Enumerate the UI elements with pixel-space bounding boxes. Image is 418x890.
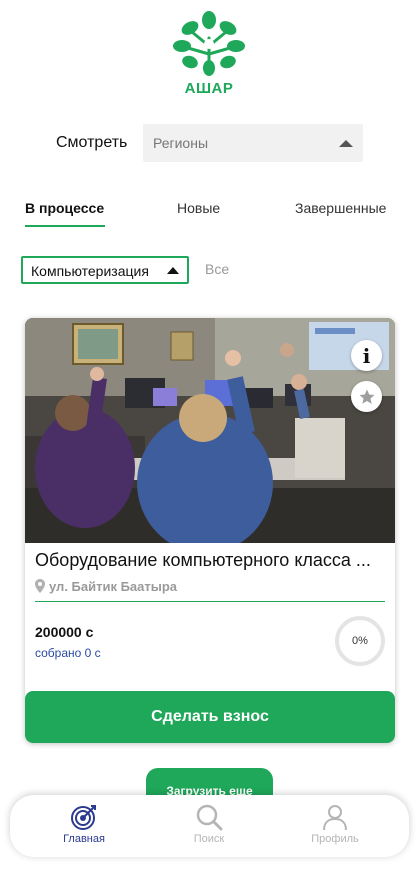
donate-button[interactable]: Сделать взнос [25, 691, 395, 743]
category-all-link[interactable]: Все [205, 261, 229, 277]
ashar-logo: АШАР [170, 10, 248, 98]
bottom-navigation: Главная Поиск Профиль [10, 795, 409, 857]
tab-in-progress[interactable]: В процессе [25, 200, 104, 228]
brand-name: АШАР [184, 80, 234, 97]
region-select[interactable]: Регионы [143, 124, 363, 162]
active-tab-indicator [25, 225, 105, 227]
project-title[interactable]: Оборудование компьютерного класса ... [35, 550, 385, 571]
target-icon [71, 805, 96, 830]
profile-icon [323, 805, 347, 831]
classroom-photo [25, 318, 395, 543]
favorite-button[interactable] [351, 381, 382, 412]
nav-home[interactable]: Главная [44, 803, 124, 851]
collected-amount: собрано 0 с [35, 646, 101, 660]
project-card: i Оборудование компьютерного класса ... … [25, 318, 395, 743]
nav-search[interactable]: Поиск [169, 803, 249, 851]
location-pin-icon [35, 579, 45, 593]
status-tabs: В процессе Новые Завершенные [0, 200, 418, 230]
info-button[interactable]: i [351, 340, 382, 371]
project-address: ул. Байтик Баатыра [35, 578, 385, 602]
nav-profile-label: Профиль [311, 833, 359, 845]
progress-percent: 0% [352, 635, 368, 647]
view-filter-label: Смотреть [56, 134, 128, 151]
nav-search-label: Поиск [193, 833, 225, 845]
star-icon [359, 389, 374, 404]
address-text: ул. Байтик Баатыра [49, 579, 178, 594]
view-filter-row: Смотреть Регионы [0, 124, 418, 162]
tab-completed[interactable]: Завершенные [295, 200, 386, 228]
tree-logo-icon [173, 11, 245, 76]
progress-circle: 0% [335, 616, 385, 666]
caret-up-icon [167, 267, 179, 274]
category-select[interactable]: Компьютеризация [21, 256, 189, 284]
goal-amount: 200000 с [35, 624, 94, 640]
nav-home-label: Главная [63, 833, 105, 845]
project-photo [25, 318, 395, 543]
caret-up-icon [339, 140, 353, 147]
nav-profile[interactable]: Профиль [295, 803, 375, 851]
search-icon [196, 804, 223, 831]
tab-new[interactable]: Новые [177, 200, 220, 228]
region-select-value: Регионы [153, 135, 209, 151]
category-select-value: Компьютеризация [31, 263, 149, 279]
category-row: Компьютеризация Все [0, 256, 418, 284]
